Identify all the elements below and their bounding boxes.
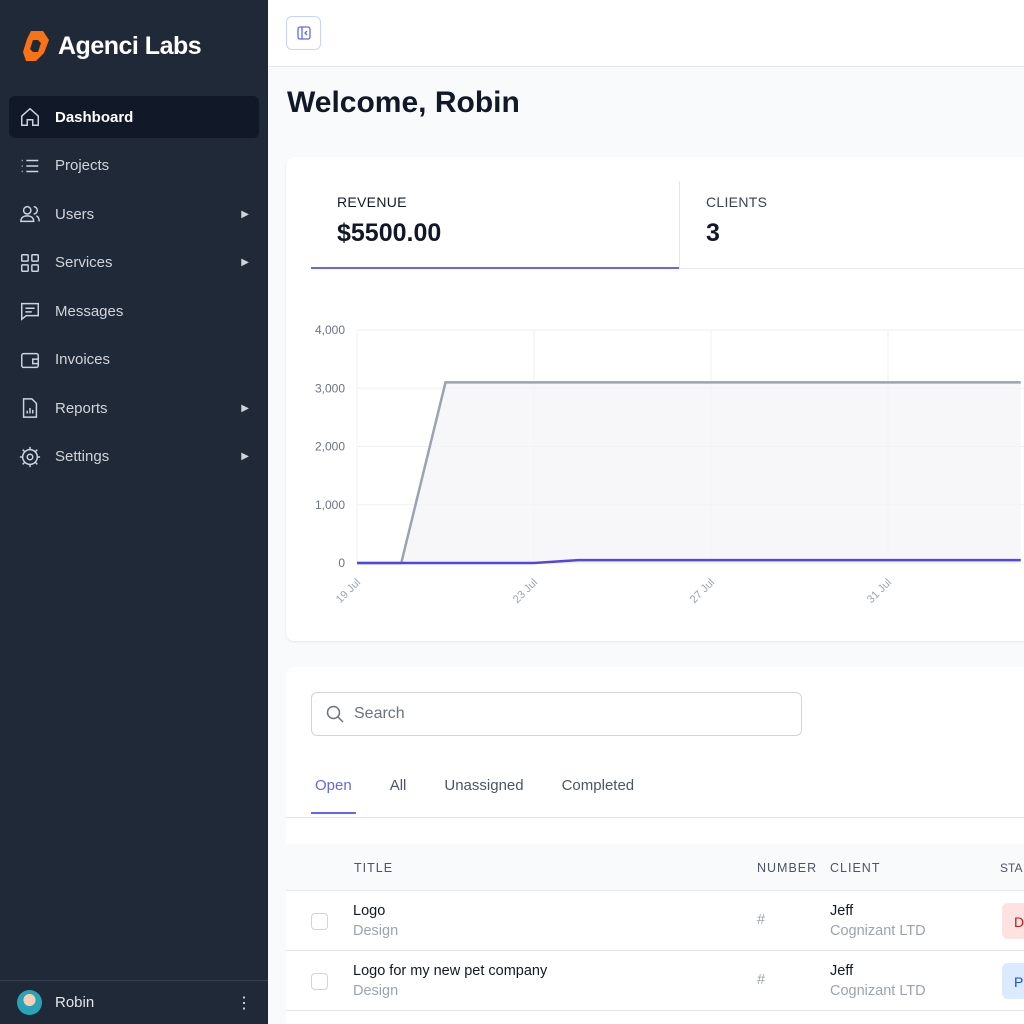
y-tick-label: 3,000 xyxy=(315,381,345,395)
chevron-right-icon: ▶ xyxy=(241,451,249,462)
row-title[interactable]: Logo xyxy=(353,903,385,919)
sidebar-item-label: Users xyxy=(55,206,94,223)
series-area xyxy=(357,382,1021,563)
sidebar-item-label: Reports xyxy=(55,400,108,417)
row-number: # xyxy=(757,972,765,988)
page-title: Welcome, Robin xyxy=(287,86,520,120)
row-category: Design xyxy=(353,923,398,939)
users-icon xyxy=(19,203,41,225)
sidebar-item-settings[interactable]: Settings ▶ xyxy=(9,436,259,478)
stat-value: $5500.00 xyxy=(337,219,679,248)
more-options-icon[interactable]: ⋮ xyxy=(236,993,252,1013)
row-company: Cognizant LTD xyxy=(830,923,926,939)
stat-label: CLIENTS xyxy=(706,194,1024,210)
app-name: Agenci Labs xyxy=(58,32,201,61)
row-client: Jeff xyxy=(830,963,853,979)
x-tick-label: 31 Jul xyxy=(865,577,894,606)
chevron-right-icon: ▶ xyxy=(241,257,249,268)
y-tick-label: 2,000 xyxy=(315,440,345,454)
y-tick-label: 0 xyxy=(338,556,345,570)
x-tick-label: 23 Jul xyxy=(511,577,540,606)
row-category: Design xyxy=(353,983,398,999)
sidebar-item-label: Invoices xyxy=(55,351,110,368)
line-chart: 0 1,000 2,000 3,000 4,000 19 Jul 23 Jul 27 Jul 3… xyxy=(286,307,1024,627)
stat-revenue[interactable]: REVENUE $5500.00 xyxy=(311,181,679,269)
sidebar-item-invoices[interactable]: Invoices xyxy=(9,339,259,381)
divider xyxy=(286,817,1024,818)
row-client: Jeff xyxy=(830,903,853,919)
stat-value: 3 xyxy=(706,219,1024,248)
chevron-right-icon: ▶ xyxy=(241,403,249,414)
sidebar-nav: Dashboard Projects Users ▶ Services ▶ Mess… xyxy=(9,96,259,484)
sidebar-item-users[interactable]: Users ▶ xyxy=(9,193,259,235)
search-placeholder: Search xyxy=(354,705,405,723)
user-name: Robin xyxy=(55,994,94,1011)
tab-unassigned[interactable]: Unassigned xyxy=(440,777,527,814)
row-company: Cognizant LTD xyxy=(830,983,926,999)
list-icon xyxy=(19,155,41,177)
row-title[interactable]: Logo for my new pet company xyxy=(353,963,547,979)
sidebar-item-label: Projects xyxy=(55,157,109,174)
sidebar-item-label: Messages xyxy=(55,303,123,320)
table-row[interactable]: Logo Design # Jeff Cognizant LTD D xyxy=(286,891,1024,951)
avatar xyxy=(17,990,42,1015)
projects-card: Search Open All Unassigned Completed TIT… xyxy=(286,667,1024,1024)
sidebar-item-label: Settings xyxy=(55,448,109,465)
sidebar-item-reports[interactable]: Reports ▶ xyxy=(9,387,259,429)
sidebar: Agenci Labs Dashboard Projects Users ▶ Se… xyxy=(0,0,268,1024)
report-icon xyxy=(19,397,41,419)
sidebar-item-services[interactable]: Services ▶ xyxy=(9,242,259,284)
table-header: TITLE NUMBER CLIENT STA xyxy=(286,844,1024,891)
sidebar-item-messages[interactable]: Messages xyxy=(9,290,259,332)
column-header-client[interactable]: CLIENT xyxy=(830,861,880,875)
logo[interactable]: Agenci Labs xyxy=(22,30,201,62)
stat-label: REVENUE xyxy=(337,194,679,210)
tab-open[interactable]: Open xyxy=(311,777,356,814)
search-icon xyxy=(326,705,344,723)
column-header-number[interactable]: NUMBER xyxy=(757,861,817,875)
row-checkbox[interactable] xyxy=(311,913,328,930)
grid-icon xyxy=(19,252,41,274)
tab-completed[interactable]: Completed xyxy=(558,777,639,814)
gear-icon xyxy=(19,446,41,468)
y-tick-label: 4,000 xyxy=(315,323,345,337)
tabs: Open All Unassigned Completed xyxy=(311,777,668,814)
home-icon xyxy=(19,106,41,128)
search-input[interactable]: Search xyxy=(311,692,802,736)
x-tick-label: 27 Jul xyxy=(688,577,717,606)
user-menu[interactable]: Robin ⋮ xyxy=(0,980,268,1024)
topbar xyxy=(268,0,1024,67)
logo-icon xyxy=(22,30,50,62)
sidebar-item-label: Services xyxy=(55,254,113,271)
x-tick-label: 19 Jul xyxy=(334,577,363,606)
wallet-icon xyxy=(19,349,41,371)
stats-card: REVENUE $5500.00 CLIENTS 3 0 1,000 2,000 3,00… xyxy=(286,157,1024,641)
tab-all[interactable]: All xyxy=(386,777,411,814)
stat-clients[interactable]: CLIENTS 3 xyxy=(679,181,1024,269)
column-header-title[interactable]: TITLE xyxy=(354,861,393,875)
sidebar-item-label: Dashboard xyxy=(55,109,133,126)
row-checkbox[interactable] xyxy=(311,973,328,990)
y-tick-label: 1,000 xyxy=(315,498,345,512)
sidebar-item-projects[interactable]: Projects xyxy=(9,145,259,187)
status-badge: D xyxy=(1002,903,1024,939)
chat-icon xyxy=(19,300,41,322)
column-header-status[interactable]: STA xyxy=(1000,861,1022,875)
table-row[interactable]: Logo for my new pet company Design # Jef… xyxy=(286,951,1024,1011)
sidebar-toggle-button[interactable] xyxy=(286,16,321,50)
chevron-right-icon: ▶ xyxy=(241,209,249,220)
sidebar-item-dashboard[interactable]: Dashboard xyxy=(9,96,259,138)
status-badge: P xyxy=(1002,963,1024,999)
sidebar-toggle-icon xyxy=(297,26,311,40)
row-number: # xyxy=(757,912,765,928)
